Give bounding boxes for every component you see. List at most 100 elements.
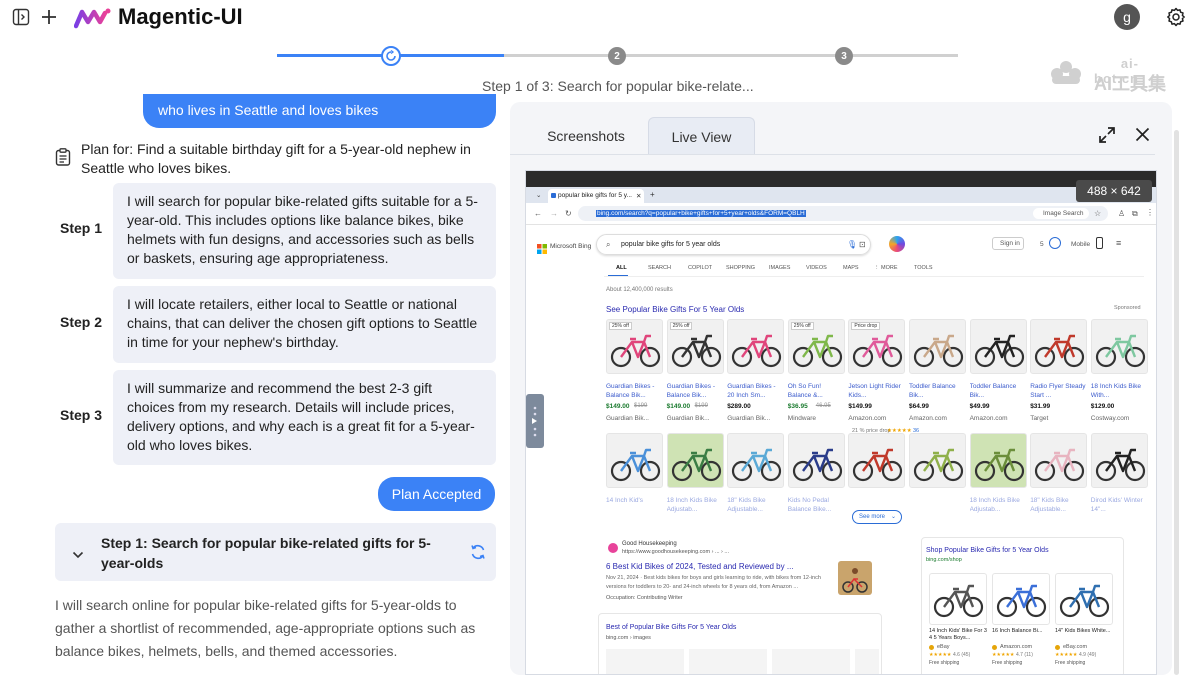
bing-search-box[interactable]: ⌕ popular bike gifts for 5 year olds 🎙 ⊡ bbox=[596, 234, 871, 255]
product-name[interactable]: 18 Inch Kids Bike Adjustab... bbox=[970, 496, 1027, 514]
product-thumbnail[interactable] bbox=[1090, 433, 1148, 488]
product-thumbnail[interactable]: 25% off bbox=[606, 319, 663, 374]
browser-menu-icon[interactable]: ⋮ bbox=[1146, 208, 1154, 217]
nav-search[interactable]: SEARCH bbox=[648, 265, 671, 271]
images-title[interactable]: Best of Popular Bike Gifts For 5 Year Ol… bbox=[606, 624, 736, 631]
mobile-label[interactable]: Mobile bbox=[1071, 241, 1090, 248]
side-product-thumbnail[interactable] bbox=[992, 573, 1050, 625]
product-name[interactable]: 14 Inch Kid's bbox=[606, 496, 663, 505]
product-thumbnail[interactable] bbox=[606, 433, 663, 488]
visual-search-icon[interactable]: ⊡ bbox=[859, 240, 866, 249]
product-name[interactable]: Toddler Balance Bik... bbox=[909, 382, 966, 400]
nav-all[interactable]: ALL bbox=[616, 265, 627, 271]
nav-shopping[interactable]: SHOPPING bbox=[726, 265, 755, 271]
product-name[interactable]: Kids No Pedal Balance Bike... bbox=[788, 496, 845, 514]
plan-step-text[interactable]: I will locate retailers, either local to… bbox=[113, 286, 496, 363]
new-tab-icon[interactable]: + bbox=[650, 190, 655, 199]
back-arrow-icon[interactable]: ← bbox=[534, 209, 542, 218]
tab-strip-chevron-icon[interactable]: ⌄ bbox=[536, 191, 541, 199]
close-icon[interactable] bbox=[1135, 127, 1150, 147]
current-step-header[interactable]: Step 1: Search for popular bike-related … bbox=[55, 523, 496, 581]
organic-title[interactable]: 6 Best Kid Bikes of 2024, Tested and Rev… bbox=[606, 562, 794, 571]
shopping-title[interactable]: See Popular Bike Gifts For 5 Year Olds bbox=[606, 305, 744, 314]
nav-maps[interactable]: MAPS bbox=[843, 265, 859, 271]
page-scrollbar[interactable] bbox=[1174, 130, 1179, 675]
product-name[interactable]: Guardian Bikes - Balance Bik... bbox=[606, 382, 663, 400]
product-thumbnail[interactable]: Price drop bbox=[848, 319, 906, 374]
product-thumbnail[interactable] bbox=[969, 319, 1027, 374]
tab-live-view[interactable]: Live View bbox=[648, 117, 755, 155]
chevron-down-icon[interactable] bbox=[72, 546, 84, 564]
product-thumbnail[interactable] bbox=[1030, 319, 1088, 374]
product-thumbnail[interactable] bbox=[787, 433, 845, 488]
mobile-phone-icon[interactable] bbox=[1096, 237, 1103, 249]
product-thumbnail[interactable] bbox=[727, 319, 785, 374]
nav-tools[interactable]: TOOLS bbox=[914, 265, 933, 271]
product-name[interactable]: 18 Inch Kids Bike Adjustab... bbox=[667, 496, 724, 514]
nav-videos[interactable]: VIDEOS bbox=[806, 265, 827, 271]
product-name[interactable]: Guardian Bikes - Balance Bik... bbox=[667, 382, 724, 400]
plan-step-text[interactable]: I will search for popular bike-related g… bbox=[113, 183, 496, 279]
side-product-name[interactable]: 14" Kids Bikes White... bbox=[1055, 628, 1115, 635]
organic-thumbnail[interactable] bbox=[838, 561, 872, 595]
browser-tab[interactable]: popular bike gifts for 5 y... ✕ bbox=[548, 189, 644, 203]
product-name[interactable]: 18" Kids Bike Adjustable... bbox=[727, 496, 784, 514]
image-thumb[interactable] bbox=[606, 649, 684, 674]
bing-logo-text[interactable]: Microsoft Bing bbox=[550, 243, 591, 250]
expand-icon[interactable] bbox=[1098, 126, 1116, 149]
organic-url[interactable]: https://www.goodhousekeeping.com › ... ›… bbox=[622, 549, 729, 555]
product-name[interactable]: Jetson Light Rider Kids... bbox=[848, 382, 905, 400]
step-2-dot[interactable]: 2 bbox=[608, 47, 626, 65]
side-shop-source[interactable]: bing.com/shop bbox=[926, 557, 962, 563]
product-thumbnail[interactable] bbox=[909, 319, 966, 374]
product-thumbnail[interactable] bbox=[848, 433, 906, 488]
step-3-dot[interactable]: 3 bbox=[835, 47, 853, 65]
forward-arrow-icon[interactable]: → bbox=[550, 209, 558, 218]
product-name[interactable]: Dirod Kids' Winter 14"... bbox=[1091, 496, 1148, 514]
browser-side-handle[interactable] bbox=[526, 394, 544, 448]
product-thumbnail[interactable] bbox=[969, 433, 1027, 488]
product-name[interactable]: Radio Flyer Steady Start ... bbox=[1030, 382, 1087, 400]
bing-sign-in-button[interactable]: Sign in bbox=[992, 237, 1024, 250]
product-thumbnail[interactable] bbox=[909, 433, 966, 488]
product-name[interactable]: 18 Inch Kids Bike With... bbox=[1091, 382, 1148, 400]
profile-icon[interactable]: ♙ bbox=[1118, 209, 1125, 218]
product-thumbnail[interactable]: 25% off bbox=[787, 319, 845, 374]
see-more-button[interactable]: See more ⌄ bbox=[852, 510, 902, 524]
product-thumbnail[interactable] bbox=[1090, 319, 1148, 374]
product-name[interactable]: 18" Kids Bike Adjustable... bbox=[1030, 496, 1087, 514]
product-thumbnail[interactable]: 25% off bbox=[666, 319, 724, 374]
side-product-name[interactable]: 14 Inch Kids' Bike For 3 4 5 Years Boys.… bbox=[929, 628, 989, 642]
settings-gear-icon[interactable] bbox=[1164, 5, 1188, 29]
nav-copilot[interactable]: COPILOT bbox=[688, 265, 712, 271]
product-thumbnail[interactable] bbox=[727, 433, 785, 488]
side-product-thumbnail[interactable] bbox=[1055, 573, 1113, 625]
favorite-star-icon[interactable]: ☆ bbox=[1094, 209, 1101, 218]
side-shop-title[interactable]: Shop Popular Bike Gifts for 5 Year Olds bbox=[926, 547, 1049, 554]
rewards-icon[interactable]: 5 bbox=[1040, 241, 1044, 248]
side-product-thumbnail[interactable] bbox=[929, 573, 987, 625]
image-thumb[interactable] bbox=[855, 649, 879, 674]
sidebar-toggle-icon[interactable] bbox=[10, 6, 32, 28]
plan-step-text[interactable]: I will summarize and recommend the best … bbox=[113, 370, 496, 465]
hamburger-menu-icon[interactable]: ≡ bbox=[1116, 238, 1121, 248]
image-thumb[interactable] bbox=[689, 649, 767, 674]
product-name[interactable]: Oh So Fun! Balance &... bbox=[788, 382, 845, 400]
extensions-icon[interactable]: ⧉ bbox=[1132, 209, 1138, 219]
address-bar[interactable]: bing.com/search?q=popular+bike+gifts+for… bbox=[578, 206, 1108, 221]
reload-icon[interactable]: ↻ bbox=[565, 209, 572, 218]
product-name[interactable]: Guardian Bikes - 20 Inch Sm... bbox=[727, 382, 784, 400]
user-avatar[interactable]: g bbox=[1114, 4, 1140, 30]
nav-images[interactable]: IMAGES bbox=[769, 265, 790, 271]
tab-screenshots[interactable]: Screenshots bbox=[532, 117, 640, 155]
mic-icon[interactable]: 🎙 bbox=[847, 240, 857, 249]
product-thumbnail[interactable] bbox=[666, 433, 724, 488]
product-name[interactable]: Toddler Balance Bik... bbox=[970, 382, 1027, 400]
image-search-button[interactable]: Image Search bbox=[1033, 208, 1089, 219]
tab-close-icon[interactable]: ✕ bbox=[636, 192, 641, 200]
step-1-active-dot[interactable] bbox=[381, 46, 401, 66]
rewards-medal-icon[interactable] bbox=[1049, 237, 1061, 249]
live-browser-view[interactable]: ⌄ popular bike gifts for 5 y... ✕ + ← → … bbox=[525, 170, 1157, 675]
new-chat-plus-icon[interactable] bbox=[38, 6, 60, 28]
image-thumb[interactable] bbox=[772, 649, 850, 674]
